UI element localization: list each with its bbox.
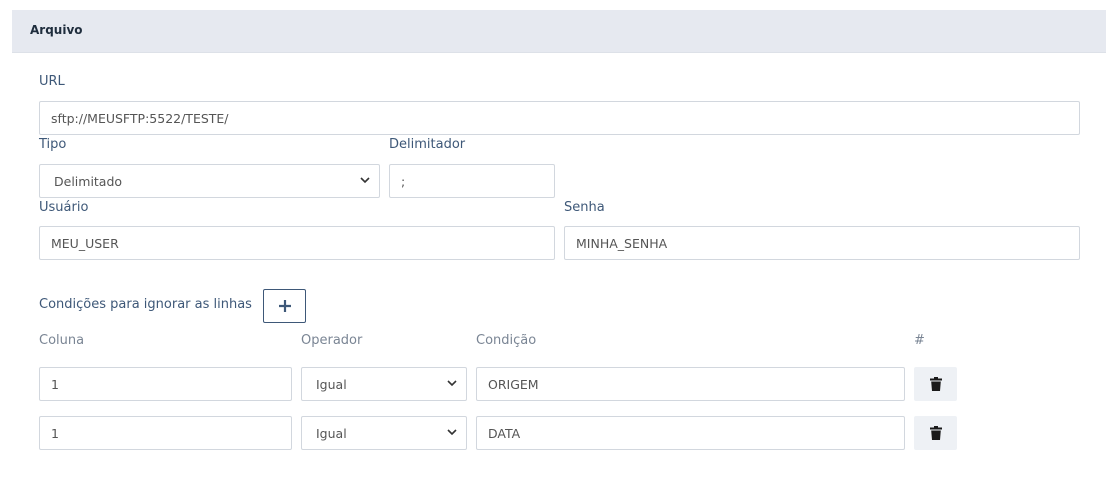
row-2-operador-value: Igual — [316, 426, 347, 441]
add-condition-button[interactable] — [263, 289, 306, 323]
chevron-down-icon — [447, 429, 457, 436]
column-header-coluna: Coluna — [39, 333, 85, 348]
tipo-select-value: Delimitado — [54, 174, 123, 189]
section-header: Arquivo — [12, 10, 1106, 53]
senha-input[interactable] — [564, 226, 1080, 260]
row-1-coluna-input[interactable] — [39, 367, 292, 401]
column-header-condicao: Condição — [476, 333, 537, 348]
row-2-delete-button[interactable] — [914, 416, 957, 450]
section-title: Arquivo — [30, 23, 83, 37]
url-label: URL — [39, 74, 65, 89]
column-header-hash: # — [914, 333, 925, 348]
row-1-operador-value: Igual — [316, 377, 347, 392]
usuario-input[interactable] — [39, 226, 555, 260]
chevron-down-icon — [360, 177, 370, 184]
chevron-down-icon — [447, 380, 457, 387]
row-2-operador-select[interactable]: Igual — [301, 416, 467, 450]
plus-icon — [278, 300, 291, 312]
column-header-operador: Operador — [301, 333, 363, 348]
usuario-label: Usuário — [39, 200, 89, 215]
delimitador-label: Delimitador — [389, 137, 466, 152]
row-1-condicao-input[interactable] — [476, 367, 905, 401]
row-1-delete-button[interactable] — [914, 367, 957, 401]
senha-label: Senha — [564, 200, 605, 215]
tipo-select[interactable]: Delimitado — [39, 164, 380, 198]
url-input[interactable] — [39, 101, 1080, 135]
conditions-label: Condições para ignorar as linhas — [39, 297, 252, 312]
delimitador-input[interactable] — [389, 164, 555, 198]
row-1-operador-select[interactable]: Igual — [301, 367, 467, 401]
trash-icon — [929, 426, 942, 440]
row-2-coluna-input[interactable] — [39, 416, 292, 450]
trash-icon — [929, 377, 942, 391]
row-2-condicao-input[interactable] — [476, 416, 905, 450]
tipo-label: Tipo — [39, 137, 67, 152]
